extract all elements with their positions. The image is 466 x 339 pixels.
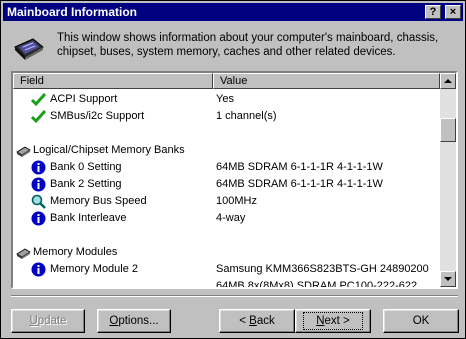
magnifier-icon (31, 194, 46, 209)
list-item-value: 100MHz (216, 195, 257, 207)
list-item[interactable]: Memory Module 2 Samsung KMM366S823BTS-GH… (13, 261, 440, 278)
intro-description: This window shows information about your… (57, 32, 439, 58)
list-item-label: Memory Bus Speed (50, 195, 147, 207)
list-item-value: 64MB SDRAM 6-1-1-1R 4-1-1-1W (216, 161, 383, 173)
arrow-up-icon (444, 79, 452, 83)
next-button[interactable]: Next > (295, 309, 371, 333)
list-item[interactable]: Bank 0 Setting 64MB SDRAM 6-1-1-1R 4-1-1… (13, 159, 440, 176)
info-icon (31, 160, 46, 175)
update-label-post: pdate (37, 315, 67, 327)
list-item[interactable]: ACPI Support Yes (13, 91, 440, 108)
list-group-label: Memory Modules (33, 246, 118, 258)
close-button[interactable]: × (445, 5, 461, 19)
info-icon (31, 177, 46, 192)
title-bar[interactable]: Mainboard Information ? × (3, 3, 463, 21)
column-header-field[interactable]: Field (13, 73, 213, 89)
options-label-post: ptions... (118, 315, 159, 327)
list-item[interactable]: SMBus/i2c Support 1 channel(s) (13, 108, 440, 125)
list-rows: ACPI Support Yes SMBus/i2c Support 1 cha… (13, 89, 440, 287)
next-label-key: N (316, 315, 325, 327)
options-button[interactable]: Options... (97, 309, 171, 333)
list-item-label: Bank Interleave (50, 212, 127, 224)
memory-chip-icon (16, 146, 31, 157)
list-item-label: Memory Module 2 (50, 263, 139, 275)
window-title: Mainboard Information (7, 5, 137, 19)
checkmark-icon (31, 92, 46, 107)
next-focus-ring: Next > (303, 312, 363, 330)
checkmark-icon (31, 109, 46, 124)
arrow-down-icon (444, 277, 452, 281)
list-item-label: Bank 0 Setting (50, 161, 122, 173)
memory-chip-icon (16, 248, 31, 259)
list-item-label: SMBus/i2c Support (50, 110, 145, 122)
list-item[interactable]: Memory Bus Speed 100MHz (13, 193, 440, 210)
mainboard-information-window: Mainboard Information ? × This window sh… (0, 0, 466, 339)
next-label-post: ext > (324, 315, 350, 327)
list-group-label: Logical/Chipset Memory Banks (33, 144, 185, 156)
list-group-header[interactable]: Logical/Chipset Memory Banks (13, 142, 440, 159)
scrollbar-thumb[interactable] (440, 118, 456, 142)
list-item-label: ACPI Support (50, 93, 118, 105)
list-item-value: 64MB 8x(8Mx8) SDRAM PC100-222-622 (216, 280, 418, 289)
scroll-down-button[interactable] (440, 271, 456, 287)
back-label-key: B (249, 315, 257, 327)
scroll-up-button[interactable] (440, 73, 456, 89)
options-label-key: O (109, 315, 119, 327)
info-list-view[interactable]: Field Value ACPI Support Yes SMBus/i2c S… (11, 71, 458, 289)
back-label-post: ack (256, 315, 275, 327)
list-item-value: Yes (216, 93, 234, 105)
list-item-label: Bank 2 Setting (50, 178, 122, 190)
list-item-value: 64MB SDRAM 6-1-1-1R 4-1-1-1W (216, 178, 383, 190)
back-label-pre: < (239, 315, 250, 327)
update-label-key: U (29, 315, 38, 327)
list-item-value: 4-way (216, 212, 246, 224)
vertical-scrollbar[interactable] (440, 73, 456, 287)
list-group-header[interactable]: Memory Modules (13, 244, 440, 261)
update-button[interactable]: Update (11, 309, 85, 333)
back-button[interactable]: < Back (219, 309, 295, 333)
list-item[interactable]: 64MB 8x(8Mx8) SDRAM PC100-222-622 (13, 278, 440, 289)
info-icon (31, 262, 46, 277)
mainboard-chip-icon (14, 38, 44, 60)
footer-separator (11, 295, 458, 297)
list-item[interactable]: Bank 2 Setting 64MB SDRAM 6-1-1-1R 4-1-1… (13, 176, 440, 193)
help-button[interactable]: ? (425, 5, 441, 19)
list-item[interactable]: Bank Interleave 4-way (13, 210, 440, 227)
list-item-value: Samsung KMM366S823BTS-GH 24890200 (216, 263, 429, 275)
ok-button[interactable]: OK (383, 309, 459, 333)
column-header-value[interactable]: Value (213, 73, 440, 89)
list-item-value: 1 channel(s) (216, 110, 277, 122)
info-icon (31, 211, 46, 226)
